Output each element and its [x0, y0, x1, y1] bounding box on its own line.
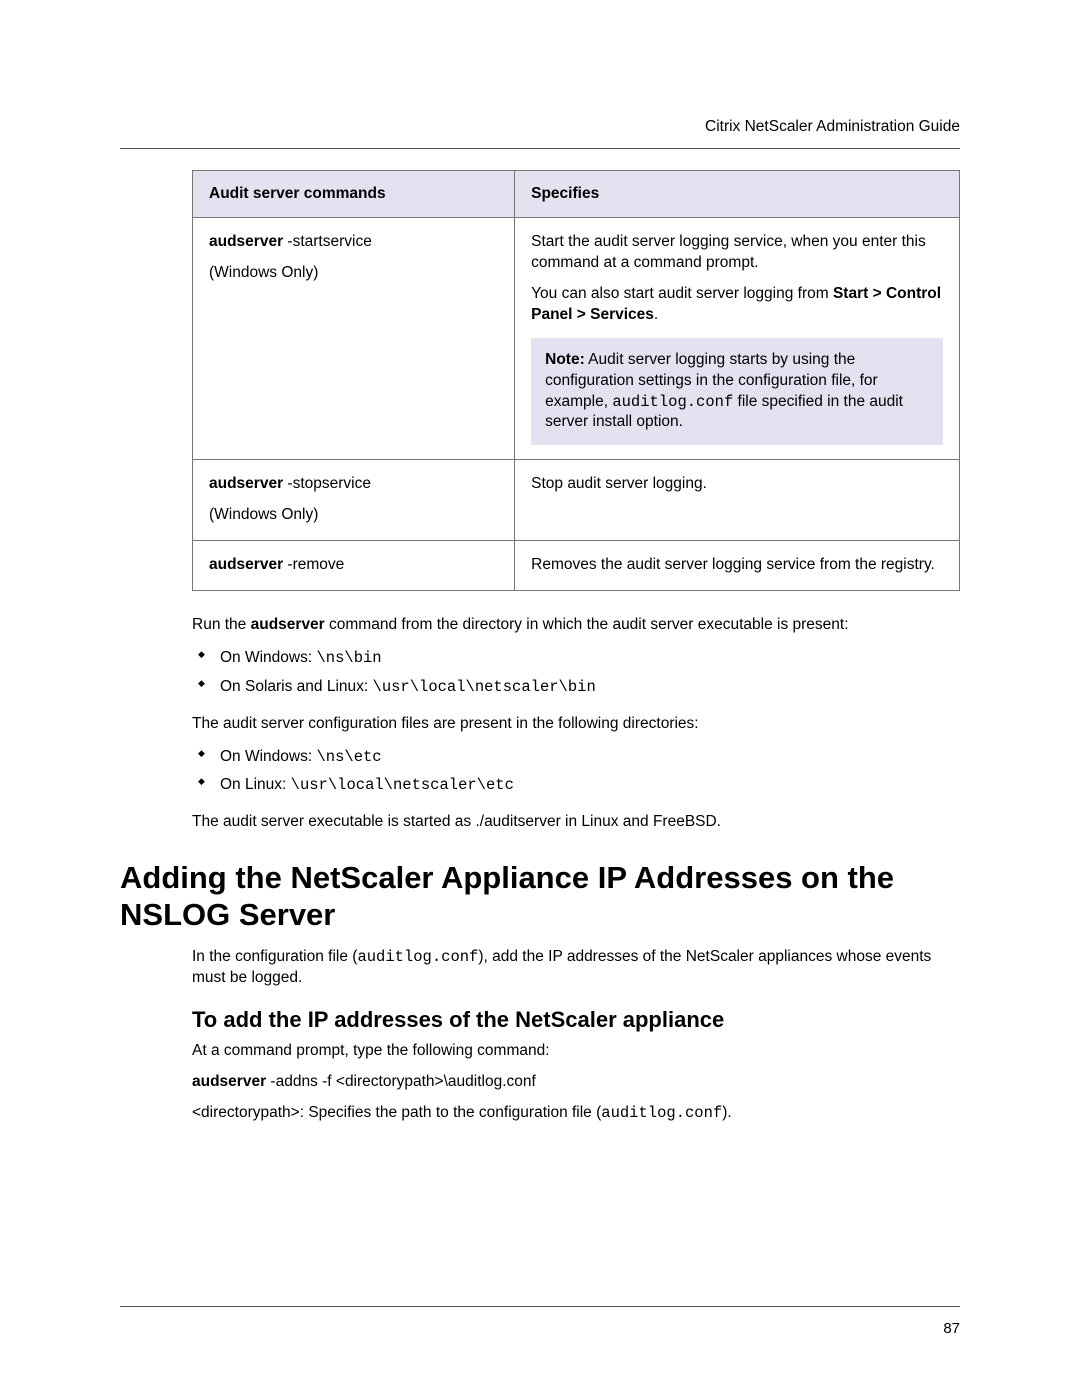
path-code: \usr\local\netscaler\bin — [373, 678, 596, 696]
table-header-col2: Specifies — [515, 171, 960, 218]
command-platform-note: (Windows Only) — [209, 263, 498, 284]
command-flag: -stopservice — [283, 475, 371, 492]
content-area: Audit server commands Specifies audserve… — [120, 118, 960, 1124]
section-heading: Adding the NetScaler Appliance IP Addres… — [120, 859, 960, 933]
body-paragraph: Run the audserver command from the direc… — [192, 615, 960, 636]
command-name: audserver — [209, 475, 283, 492]
table-row: audserver -stopservice (Windows Only) St… — [193, 460, 960, 541]
note-code: auditlog.conf — [612, 393, 733, 411]
filename-code: auditlog.conf — [357, 948, 478, 966]
list-item: On Linux: \usr\local\netscaler\etc — [192, 773, 960, 798]
command-cell: audserver -stopservice (Windows Only) — [193, 460, 515, 541]
table-row: audserver -startservice (Windows Only) S… — [193, 218, 960, 460]
list-item: On Windows: \ns\etc — [192, 745, 960, 770]
document-page: Citrix NetScaler Administration Guide Au… — [0, 0, 1080, 1397]
table-header-row: Audit server commands Specifies — [193, 171, 960, 218]
description-cell: Start the audit server logging service, … — [515, 218, 960, 460]
body-paragraph: At a command prompt, type the following … — [192, 1041, 960, 1062]
path-code: \ns\etc — [316, 748, 381, 766]
body-paragraph: <directorypath>: Specifies the path to t… — [192, 1103, 960, 1124]
header-rule — [120, 148, 960, 149]
body-paragraph: The audit server executable is started a… — [192, 812, 960, 833]
path-code: \usr\local\netscaler\etc — [291, 776, 514, 794]
list-item: On Solaris and Linux: \usr\local\netscal… — [192, 675, 960, 700]
command-name: audserver — [209, 233, 283, 250]
note-label: Note: — [545, 351, 585, 368]
command-name-inline: audserver — [251, 616, 325, 633]
footer-rule — [120, 1306, 960, 1307]
description-text: You can also start audit server logging … — [531, 284, 943, 326]
command-cell: audserver -remove — [193, 541, 515, 591]
command-line: audserver -addns -f <directorypath>\audi… — [192, 1072, 960, 1093]
command-platform-note: (Windows Only) — [209, 505, 498, 526]
table-header-col1: Audit server commands — [193, 171, 515, 218]
commands-table: Audit server commands Specifies audserve… — [192, 170, 960, 591]
subsection-heading: To add the IP addresses of the NetScaler… — [192, 1007, 960, 1033]
directory-list: On Windows: \ns\bin On Solaris and Linux… — [192, 646, 960, 700]
page-header: Citrix NetScaler Administration Guide — [705, 118, 960, 136]
list-item: On Windows: \ns\bin — [192, 646, 960, 671]
description-text: Removes the audit server logging service… — [531, 555, 943, 576]
command-name: audserver — [192, 1073, 266, 1090]
command-flag: -remove — [283, 556, 344, 573]
description-text: Stop audit server logging. — [531, 474, 943, 495]
command-flag: -startservice — [283, 233, 372, 250]
body-paragraph: The audit server configuration files are… — [192, 714, 960, 735]
description-text: Start the audit server logging service, … — [531, 232, 943, 274]
path-code: \ns\bin — [316, 649, 381, 667]
description-cell: Stop audit server logging. — [515, 460, 960, 541]
body-paragraph: In the configuration file (auditlog.conf… — [192, 947, 960, 989]
command-args: -addns -f <directorypath>\auditlog.conf — [266, 1073, 536, 1090]
command-cell: audserver -startservice (Windows Only) — [193, 218, 515, 460]
command-name: audserver — [209, 556, 283, 573]
table-row: audserver -remove Removes the audit serv… — [193, 541, 960, 591]
page-number: 87 — [943, 1320, 960, 1337]
directory-list: On Windows: \ns\etc On Linux: \usr\local… — [192, 745, 960, 799]
note-box: Note: Audit server logging starts by usi… — [531, 338, 943, 446]
filename-code: auditlog.conf — [601, 1104, 722, 1122]
description-cell: Removes the audit server logging service… — [515, 541, 960, 591]
